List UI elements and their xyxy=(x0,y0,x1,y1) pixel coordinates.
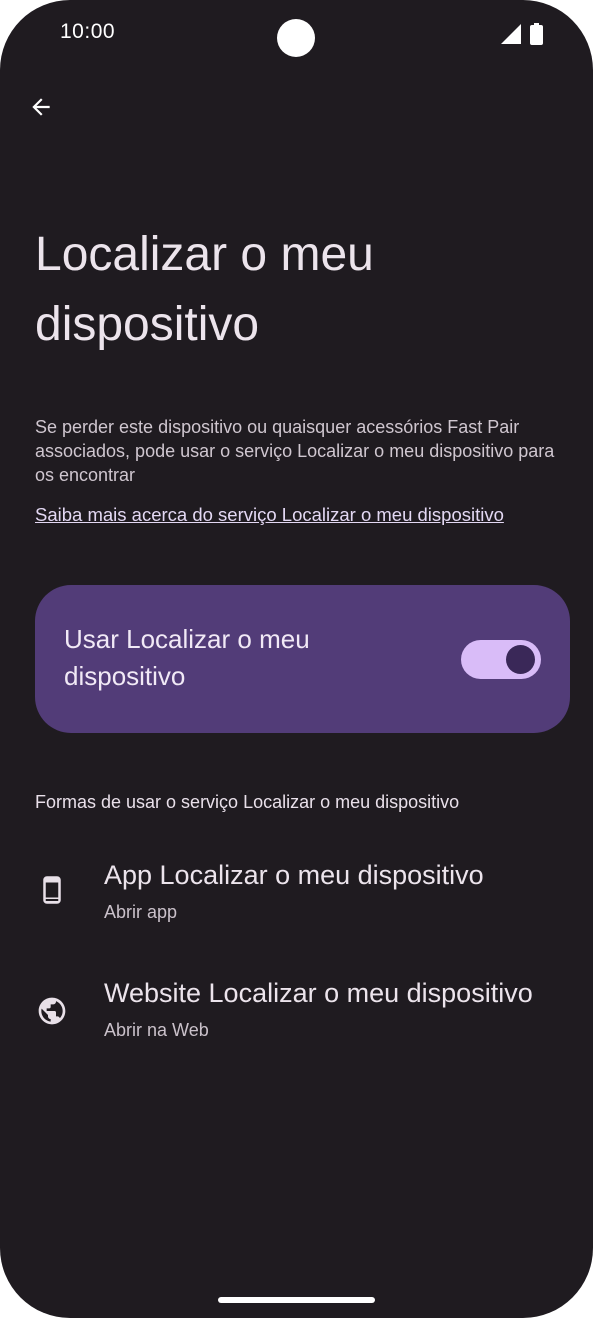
page-description: Se perder este dispositivo ou quaisquer … xyxy=(35,417,555,485)
item-title: App Localizar o meu dispositivo xyxy=(104,860,484,890)
smartphone-icon xyxy=(34,872,70,908)
list-item-app[interactable]: App Localizar o meu dispositivo Abrir ap… xyxy=(0,852,593,952)
status-time: 10:00 xyxy=(60,20,116,43)
camera-cutout xyxy=(277,19,315,57)
main-switch-card[interactable]: Usar Localizar o meu dispositivo xyxy=(35,585,570,733)
toggle-thumb xyxy=(506,645,535,674)
main-switch-toggle[interactable] xyxy=(461,640,541,679)
list-item-website[interactable]: Website Localizar o meu dispositivo Abri… xyxy=(0,970,593,1070)
globe-icon xyxy=(34,993,70,1029)
item-subtitle: Abrir app xyxy=(104,902,178,922)
learn-more-link[interactable]: Saiba mais acerca do serviço Localizar o… xyxy=(35,502,504,528)
item-title: Website Localizar o meu dispositivo xyxy=(104,978,533,1008)
battery-icon xyxy=(530,23,543,45)
back-button[interactable] xyxy=(18,84,64,130)
arrow-back-icon xyxy=(32,98,50,116)
main-switch-label: Usar Localizar o meu dispositivo xyxy=(64,624,310,691)
home-indicator[interactable] xyxy=(218,1297,375,1303)
item-subtitle: Abrir na Web xyxy=(104,1020,209,1040)
cell-signal-icon xyxy=(501,24,521,44)
page-title: Localizar o meu dispositivo xyxy=(35,228,374,351)
section-header: Formas de usar o serviço Localizar o meu… xyxy=(35,792,460,812)
phone-screen: 10:00 Localizar o meu dispositivo Se per… xyxy=(0,0,593,1318)
